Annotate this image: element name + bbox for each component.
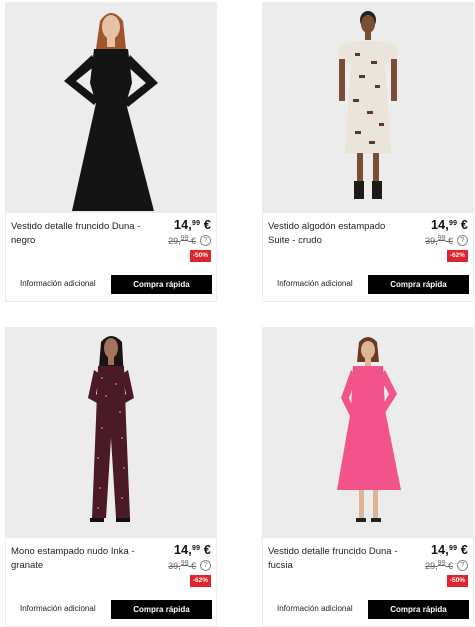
old-price-row: 39,99 € ?: [168, 560, 211, 571]
old-price-row: 29,99 € ?: [425, 560, 468, 571]
question-icon[interactable]: ?: [457, 235, 468, 246]
current-price: 14,99 €: [431, 543, 468, 557]
original-price: 29,99 €: [168, 235, 196, 246]
additional-info-link[interactable]: Información adicional: [20, 604, 96, 613]
product-name[interactable]: Vestido detalle fruncido Duna - negro: [11, 220, 151, 248]
current-price: 14,99 €: [431, 218, 468, 232]
original-price: 39,99 €: [168, 560, 196, 571]
product-name[interactable]: Mono estampado nudo Inka - granate: [11, 545, 151, 573]
product-card[interactable]: Mono estampado nudo Inka - granate 14,99…: [5, 327, 217, 627]
discount-badge: -50%: [189, 250, 211, 262]
question-icon[interactable]: ?: [200, 560, 211, 571]
product-image[interactable]: [6, 3, 216, 213]
discount-badge: -62%: [189, 575, 211, 587]
current-price: 14,99 €: [174, 218, 211, 232]
product-name[interactable]: Vestido algodón estampado Suite - crudo: [268, 220, 408, 248]
old-price-row: 29,99 € ?: [168, 235, 211, 246]
quick-buy-button[interactable]: Compra rápida: [111, 600, 212, 619]
question-icon[interactable]: ?: [457, 560, 468, 571]
product-card[interactable]: Vestido algodón estampado Suite - crudo …: [262, 2, 474, 302]
product-name[interactable]: Vestido detalle fruncido Duna - fucsia: [268, 545, 408, 573]
product-image[interactable]: [263, 3, 473, 213]
additional-info-link[interactable]: Información adicional: [277, 604, 353, 613]
product-image[interactable]: [263, 328, 473, 538]
quick-buy-button[interactable]: Compra rápida: [368, 275, 469, 294]
product-card[interactable]: Vestido detalle fruncido Duna - fucsia 1…: [262, 327, 474, 627]
current-price: 14,99 €: [174, 543, 211, 557]
product-image[interactable]: [6, 328, 216, 538]
question-icon[interactable]: ?: [200, 235, 211, 246]
additional-info-link[interactable]: Información adicional: [20, 279, 96, 288]
original-price: 29,99 €: [425, 560, 453, 571]
discount-badge: -62%: [446, 250, 468, 262]
discount-badge: -50%: [446, 575, 468, 587]
additional-info-link[interactable]: Información adicional: [277, 279, 353, 288]
quick-buy-button[interactable]: Compra rápida: [368, 600, 469, 619]
original-price: 39,99 €: [425, 235, 453, 246]
product-card[interactable]: Vestido detalle fruncido Duna - negro 14…: [5, 2, 217, 302]
quick-buy-button[interactable]: Compra rápida: [111, 275, 212, 294]
old-price-row: 39,99 € ?: [425, 235, 468, 246]
